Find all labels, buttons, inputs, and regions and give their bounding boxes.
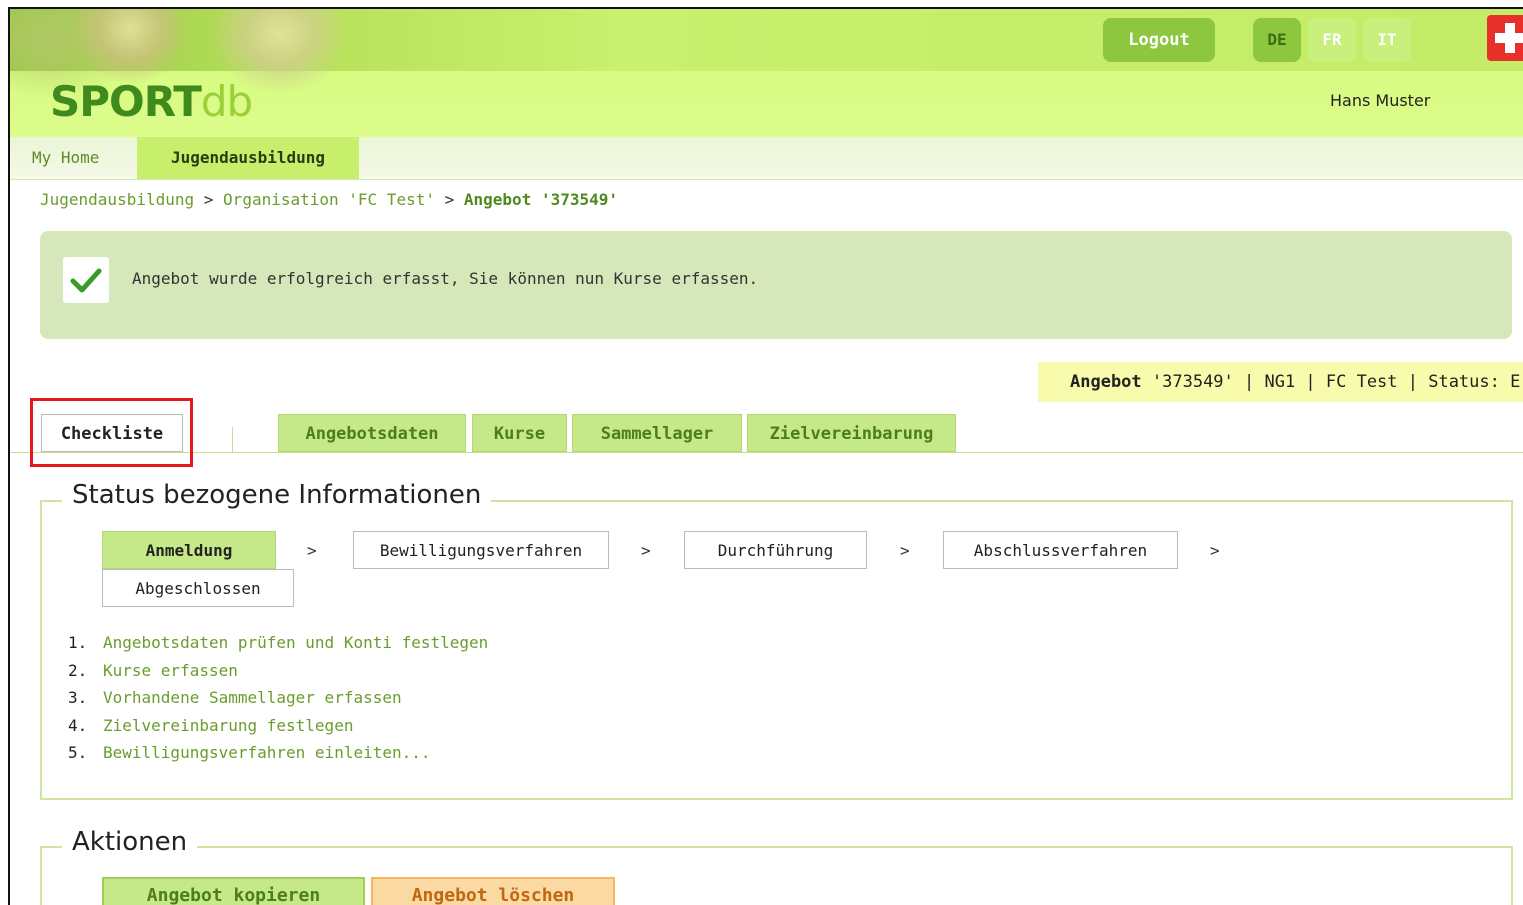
breadcrumb-item-organisation[interactable]: Organisation 'FC Test' (223, 190, 435, 209)
success-message-box: Angebot wurde erfolgreich erfasst, Sie k… (40, 231, 1512, 339)
checklist: 1. Angebotsdaten prüfen und Konti festleg… (68, 629, 488, 767)
offer-info-label: Angebot (1070, 372, 1142, 392)
logo-primary: SPORT (50, 77, 202, 126)
checklist-number: 4. (68, 715, 88, 735)
swiss-cross-icon (1487, 15, 1523, 61)
nav-item-my-home[interactable]: My Home (32, 137, 99, 179)
tab-zielvereinbarung[interactable]: Zielvereinbarung (747, 414, 956, 452)
copy-offer-button[interactable]: Angebot kopieren (102, 877, 365, 905)
tab-sammellager[interactable]: Sammellager (572, 414, 742, 452)
status-arrow: > (641, 541, 651, 560)
breadcrumb: Jugendausbildung > Organisation 'FC Test… (40, 190, 618, 209)
status-arrow: > (900, 541, 910, 560)
tabs-baseline (10, 452, 1523, 453)
status-step-bewilligungsverfahren: Bewilligungsverfahren (353, 531, 609, 569)
breadcrumb-item-angebot: Angebot '373549' (463, 190, 619, 209)
checkliste-highlight-box (30, 398, 193, 467)
status-step-abgeschlossen: Abgeschlossen (102, 569, 294, 607)
checklist-link-angebotsdaten[interactable]: Angebotsdaten prüfen und Konti festlegen (103, 633, 488, 652)
breadcrumb-separator: > (203, 190, 214, 209)
offer-info-strip: Angebot '373549' | NG1 | FC Test | Statu… (1038, 362, 1523, 402)
status-arrow: > (1210, 541, 1220, 560)
actions-section-title: Aktionen (62, 827, 198, 857)
success-message-text: Angebot wurde erfolgreich erfasst, Sie k… (132, 269, 759, 288)
lang-it-button[interactable]: IT (1363, 18, 1411, 62)
checklist-item: 5. Bewilligungsverfahren einleiten... (68, 739, 488, 767)
sportdb-logo[interactable]: SPORTdb (50, 77, 253, 126)
status-step-abschlussverfahren: Abschlussverfahren (943, 531, 1178, 569)
status-section-title: Status bezogene Informationen (62, 480, 492, 510)
checklist-link-zielvereinbarung[interactable]: Zielvereinbarung festlegen (103, 716, 353, 735)
checklist-number: 2. (68, 660, 88, 680)
app-window: SPORTdb Logout DE FR IT Hans Muster My H… (8, 7, 1523, 905)
tab-divider (232, 427, 233, 453)
breadcrumb-item-jugendausbildung[interactable]: Jugendausbildung (40, 190, 194, 209)
checklist-link-bewilligungsverfahren[interactable]: Bewilligungsverfahren einleiten... (103, 743, 431, 762)
delete-offer-button[interactable]: Angebot löschen (371, 877, 615, 905)
status-arrow: > (307, 541, 317, 560)
header: SPORTdb Logout DE FR IT Hans Muster (10, 9, 1523, 137)
lang-fr-button[interactable]: FR (1308, 18, 1356, 62)
checklist-item: 1. Angebotsdaten prüfen und Konti festleg… (68, 629, 488, 657)
logout-button[interactable]: Logout (1103, 18, 1215, 62)
tab-angebotsdaten[interactable]: Angebotsdaten (278, 414, 466, 452)
main-nav: My Home Jugendausbildung (10, 137, 1523, 180)
status-step-durchfuehrung: Durchführung (684, 531, 867, 569)
tab-kurse[interactable]: Kurse (472, 414, 567, 452)
lang-de-button[interactable]: DE (1253, 18, 1301, 62)
checklist-number: 5. (68, 743, 88, 762)
user-name: Hans Muster (1330, 91, 1431, 110)
checkmark-icon (63, 257, 109, 303)
checklist-link-kurse[interactable]: Kurse erfassen (103, 661, 238, 680)
checklist-item: 3. Vorhandene Sammellager erfassen (68, 684, 488, 712)
offer-info-details: '373549' | NG1 | FC Test | Status: Eröff… (1151, 372, 1523, 392)
nav-item-jugendausbildung[interactable]: Jugendausbildung (137, 137, 359, 179)
breadcrumb-separator: > (444, 190, 455, 209)
status-step-anmeldung: Anmeldung (102, 531, 276, 569)
checklist-number: 1. (68, 633, 88, 652)
checklist-number: 3. (68, 688, 88, 707)
logo-secondary: db (200, 77, 253, 126)
checklist-link-sammellager[interactable]: Vorhandene Sammellager erfassen (103, 688, 402, 707)
checklist-item: 4. Zielvereinbarung festlegen (68, 712, 488, 740)
checklist-item: 2. Kurse erfassen (68, 657, 488, 685)
